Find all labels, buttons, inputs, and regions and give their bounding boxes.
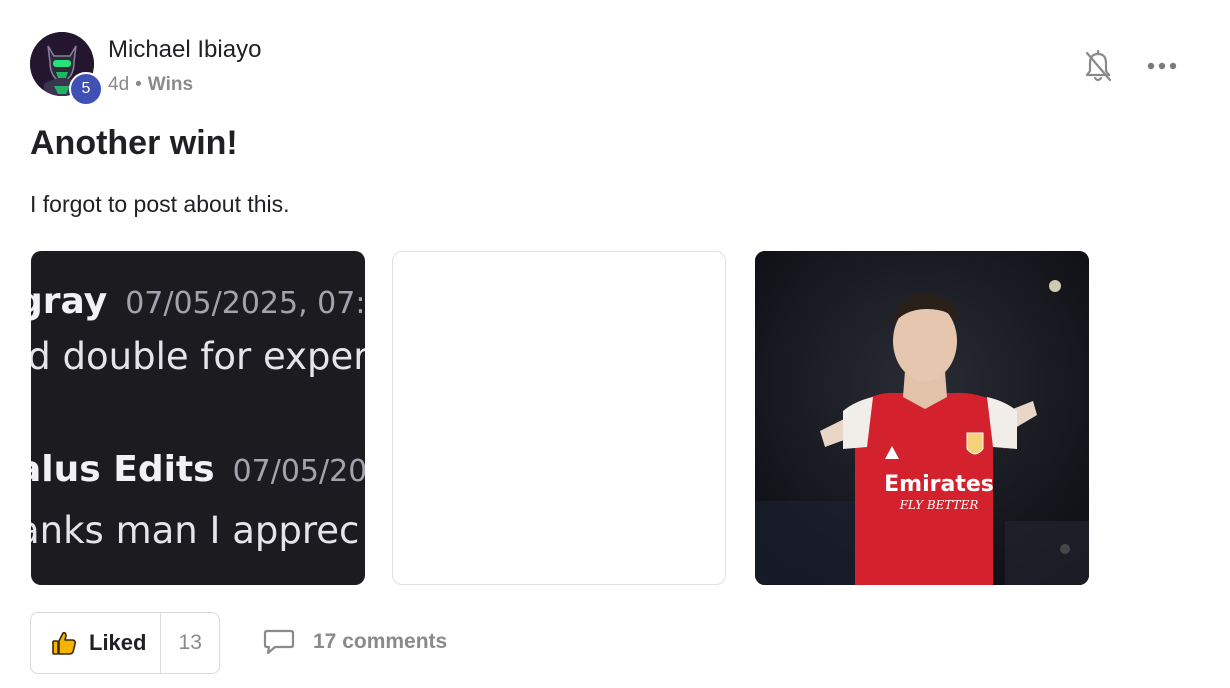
- more-horizontal-icon: [1147, 62, 1177, 70]
- like-group: Liked 13: [30, 612, 220, 674]
- post-title: Another win!: [30, 124, 238, 162]
- chat-timestamp: 07/05/202: [232, 454, 365, 489]
- post-body: I forgot to post about this.: [30, 191, 290, 217]
- attachment-football-gif[interactable]: Emirates FLY BETTER: [755, 251, 1089, 585]
- author-name[interactable]: Michael Ibiayo: [108, 36, 261, 64]
- more-options-button[interactable]: [1146, 56, 1178, 76]
- bell-off-icon: [1085, 49, 1112, 82]
- chat-username: alus Edits: [31, 449, 215, 490]
- footballer-image: Emirates FLY BETTER: [755, 251, 1089, 585]
- level-badge: 5: [69, 72, 103, 106]
- comment-icon: [263, 629, 295, 655]
- chat-message: anks man I apprec: [31, 509, 360, 552]
- chat-message: id double for exper: [31, 335, 365, 378]
- thumbs-up-icon: [52, 632, 77, 655]
- post-card: 5 Michael Ibiayo 4d • Wins Another win! I …: [0, 0, 1230, 688]
- post-time: 4d: [108, 74, 130, 95]
- like-button[interactable]: Liked: [31, 613, 162, 673]
- like-count[interactable]: 13: [161, 631, 219, 655]
- notification-toggle-button[interactable]: [1084, 49, 1112, 84]
- attachment-blank-image[interactable]: [392, 251, 726, 585]
- chat-line-1: gray 07/05/2025, 07:2: [31, 281, 365, 322]
- jersey-sponsor-text: Emirates: [884, 472, 994, 497]
- like-label: Liked: [89, 630, 147, 655]
- attachment-chat-screenshot[interactable]: gray 07/05/2025, 07:2 id double for exper…: [31, 251, 365, 585]
- chat-username: gray: [31, 281, 108, 322]
- chat-line-3: alus Edits 07/05/202: [31, 449, 365, 490]
- chat-timestamp: 07/05/2025, 07:2: [125, 286, 365, 321]
- chat-line-2: id double for exper: [31, 335, 365, 378]
- chat-line-4: anks man I apprec: [31, 509, 359, 552]
- post-meta: 4d • Wins: [108, 74, 193, 96]
- jersey-slogan-text: FLY BETTER: [899, 498, 979, 512]
- comments-label: 17 comments: [313, 630, 448, 653]
- meta-separator: •: [135, 74, 142, 95]
- comments-button[interactable]: 17 comments: [263, 628, 447, 656]
- post-category[interactable]: Wins: [148, 74, 193, 95]
- avatar-wrapper[interactable]: 5: [30, 32, 103, 106]
